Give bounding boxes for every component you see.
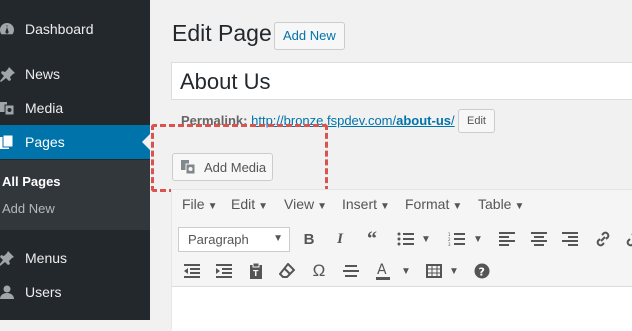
pages-submenu: All Pages Add New	[0, 160, 150, 230]
sidebar-item-news[interactable]: News	[0, 57, 150, 91]
sidebar-item-label: Dashboard	[25, 21, 94, 37]
chevron-down-icon[interactable]: ▼	[415, 228, 437, 250]
clear-formatting-icon[interactable]	[276, 260, 298, 282]
admin-sidebar: Dashboard News Media Pages All Pages Add…	[0, 0, 150, 320]
paste-text-icon[interactable]: T	[245, 260, 267, 282]
menu-label: View	[284, 196, 315, 212]
current-indicator	[142, 134, 150, 150]
align-left-icon[interactable]	[496, 228, 518, 250]
editor-content-area[interactable]	[172, 286, 632, 331]
align-right-icon[interactable]	[559, 228, 581, 250]
help-icon[interactable]: ?	[471, 260, 493, 282]
chevron-down-icon[interactable]: ▼	[395, 260, 417, 282]
page-title: Edit Page	[172, 20, 272, 46]
caret-icon: ▼	[207, 201, 218, 212]
svg-text:?: ?	[479, 266, 485, 279]
italic-icon[interactable]: I	[329, 228, 351, 250]
link-icon[interactable]	[592, 228, 614, 250]
sidebar-item-label: Menus	[25, 250, 68, 266]
horizontal-line-icon[interactable]	[340, 260, 362, 282]
editor-menubar: File ▼ Edit ▼ View ▼ Insert ▼ Format ▼ Table ▼	[172, 190, 632, 218]
users-icon	[0, 284, 16, 300]
caret-icon: ▼	[317, 201, 327, 212]
chevron-down-icon[interactable]: ▼	[467, 228, 489, 250]
sidebar-item-media[interactable]: Media	[0, 91, 150, 125]
pin-icon	[0, 66, 16, 82]
menu-view[interactable]: View ▼	[284, 196, 327, 212]
add-new-button[interactable]: Add New	[274, 22, 345, 50]
outdent-icon[interactable]	[181, 260, 203, 282]
svg-text:A: A	[377, 262, 387, 278]
unlink-icon[interactable]	[622, 228, 632, 250]
sidebar-item-dashboard[interactable]: Dashboard	[0, 12, 150, 46]
dashboard-icon	[0, 21, 16, 37]
sidebar-item-users[interactable]: Users	[0, 275, 150, 309]
sidebar-item-label: Media	[25, 100, 64, 116]
svg-text:3: 3	[448, 242, 451, 246]
editor: File ▼ Edit ▼ View ▼ Insert ▼ Format ▼ Table ▼…	[171, 189, 632, 331]
svg-text:T: T	[253, 269, 259, 278]
menu-label: Format	[405, 196, 450, 212]
media-icon	[0, 100, 16, 116]
sidebar-item-label: Users	[25, 284, 62, 300]
permalink-trailing: /	[451, 113, 455, 128]
highlight-box	[151, 124, 328, 192]
permalink-slug: about-us	[396, 113, 451, 128]
blockquote-icon[interactable]: “	[361, 228, 383, 250]
menu-edit[interactable]: Edit ▼	[231, 196, 268, 212]
submenu-item-add-new[interactable]: Add New	[2, 201, 55, 216]
text-color-icon[interactable]: A	[372, 260, 394, 282]
menu-insert[interactable]: Insert ▼	[342, 196, 390, 212]
submenu-item-all-pages[interactable]: All Pages	[2, 174, 61, 189]
sidebar-item-pages[interactable]: Pages	[0, 125, 150, 159]
edit-permalink-button[interactable]: Edit	[458, 109, 495, 133]
menu-label: Edit	[231, 196, 256, 212]
indent-icon[interactable]	[213, 260, 235, 282]
table-icon[interactable]	[423, 260, 445, 282]
numbered-list-icon[interactable]: 123	[446, 228, 468, 250]
menu-label: Insert	[342, 196, 378, 212]
caret-icon: ▼	[452, 201, 463, 212]
bold-icon[interactable]: B	[298, 228, 320, 250]
pages-icon	[0, 134, 16, 150]
sidebar-item-menus[interactable]: Menus	[0, 241, 150, 275]
caret-icon: ▼	[380, 201, 390, 212]
menu-table[interactable]: Table ▼	[478, 196, 524, 212]
special-character-icon[interactable]: Ω	[308, 260, 330, 282]
menu-format[interactable]: Format ▼	[405, 196, 462, 212]
bullet-list-icon[interactable]	[395, 228, 417, 250]
format-select-value: Paragraph	[188, 232, 249, 247]
menu-label: File	[182, 196, 205, 212]
sidebar-item-label: Pages	[25, 134, 65, 150]
align-center-icon[interactable]	[528, 228, 550, 250]
title-input[interactable]: About Us	[171, 62, 632, 100]
menu-file[interactable]: File ▼	[182, 196, 217, 212]
sidebar-item-label: News	[25, 66, 61, 82]
chevron-down-icon[interactable]: ▼	[443, 260, 465, 282]
format-select[interactable]: Paragraph ▼	[178, 227, 290, 252]
menu-label: Table	[478, 196, 512, 212]
caret-icon: ▼	[258, 201, 269, 212]
chevron-down-icon: ▼	[273, 233, 283, 244]
caret-icon: ▼	[514, 201, 525, 212]
menus-icon	[0, 250, 16, 266]
